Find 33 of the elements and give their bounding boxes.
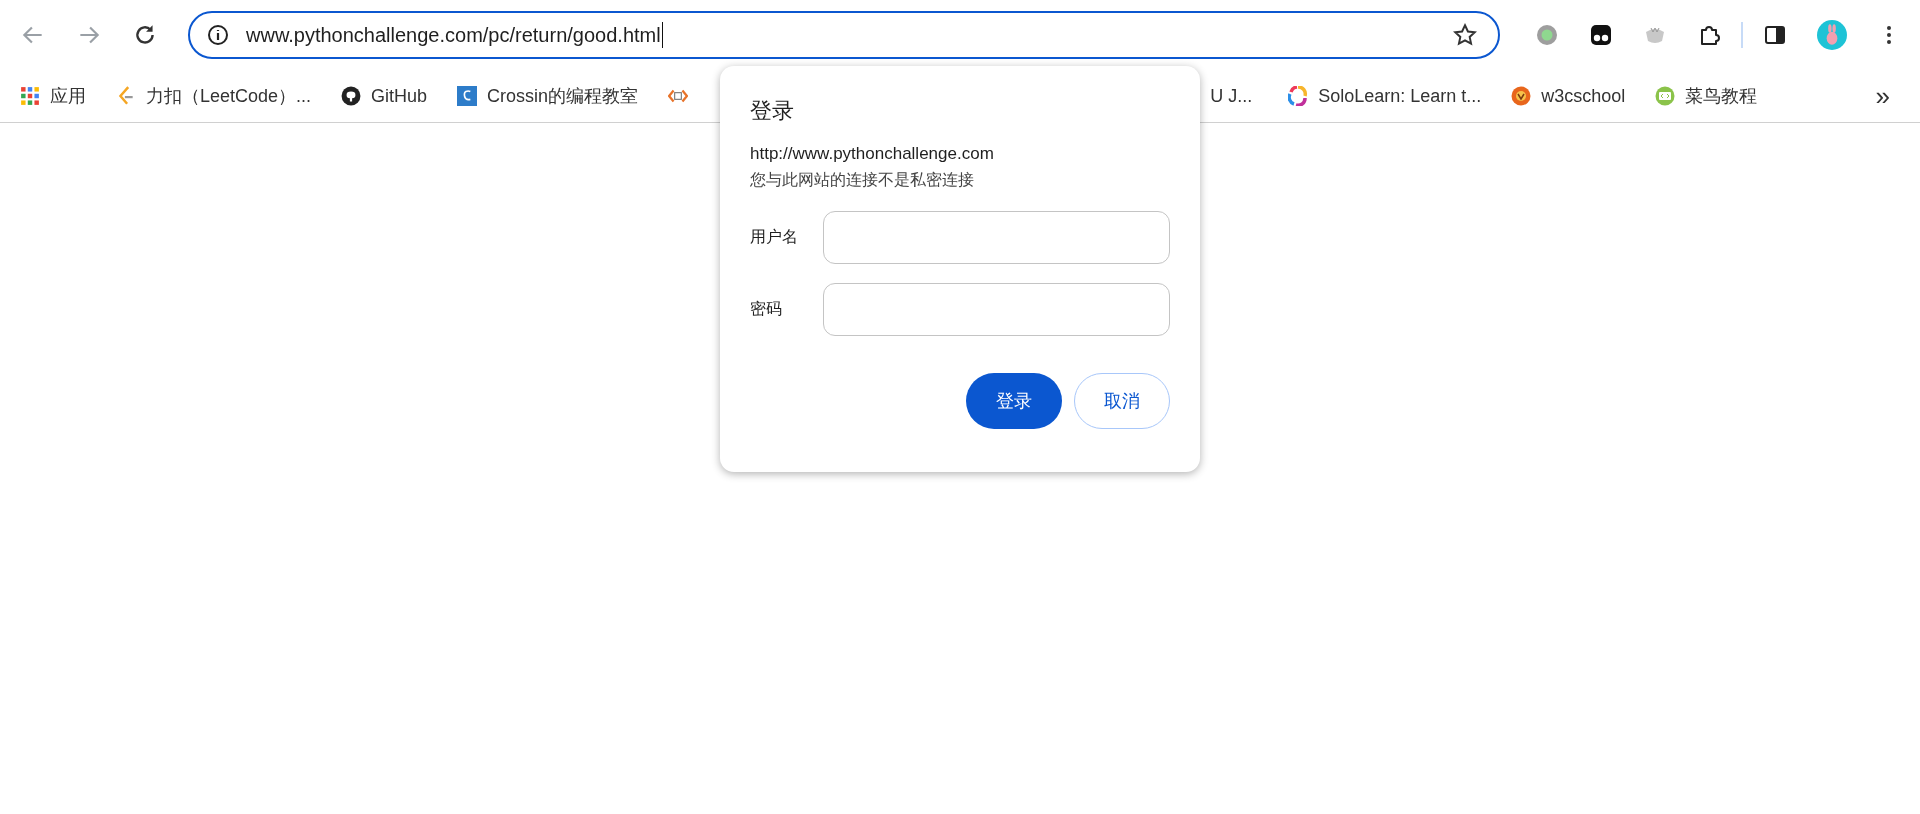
login-button[interactable]: 登录: [966, 373, 1062, 429]
cancel-button[interactable]: 取消: [1074, 373, 1170, 429]
bookmark[interactable]: 应用: [20, 84, 86, 108]
text-cursor: [661, 22, 664, 48]
bookmark[interactable]: GitHub: [341, 85, 428, 107]
grid-icon: [20, 86, 40, 106]
connection-warning: 您与此网站的连接不是私密连接: [750, 170, 975, 190]
bookmark[interactable]: 菜鸟教程: [1655, 84, 1758, 108]
field-label: 密码: [750, 299, 783, 319]
username-field[interactable]: [823, 211, 1170, 264]
url-text: www.pythonchallenge.com/pc/return/good.html: [246, 23, 661, 47]
star-icon[interactable]: [1452, 22, 1478, 48]
info-icon[interactable]: [206, 23, 230, 47]
bracket-icon: [116, 86, 136, 106]
record-icon[interactable]: [1535, 23, 1559, 47]
bookmark[interactable]: U J...: [1210, 85, 1253, 107]
bookmark[interactable]: w3cschool: [1511, 85, 1626, 107]
flower-icon: [1511, 86, 1532, 106]
dialog-title: 登录: [750, 97, 795, 125]
bookmark[interactable]: 力扣（LeetCode）...: [116, 84, 312, 108]
password-field[interactable]: [823, 283, 1170, 336]
bookmark[interactable]: SoloLearn: Learn t...: [1288, 85, 1482, 107]
extension-icon[interactable]: [1589, 23, 1613, 47]
code-icon: [1655, 86, 1676, 106]
site-address: http://www.pythonchallenge.com: [750, 144, 995, 164]
swirl-icon: [1288, 86, 1309, 106]
more-bookmarks-button[interactable]: »: [1875, 80, 1890, 112]
square-icon: [457, 86, 478, 106]
bookmark[interactable]: Crossin的编程教室: [457, 84, 639, 108]
side-panel-icon[interactable]: [1763, 23, 1787, 47]
avatar-icon[interactable]: [1817, 20, 1847, 50]
address-bar[interactable]: www.pythonchallenge.com/pc/return/good.html: [188, 11, 1500, 59]
field-label: 用户名: [750, 227, 799, 247]
